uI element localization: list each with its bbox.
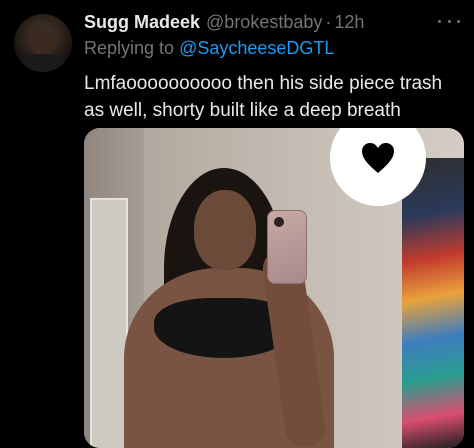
photo-head [194,190,256,270]
heart-icon [362,143,394,173]
tweet-timestamp[interactable]: 12h [334,12,364,33]
tweet-header: Sugg Madeek @brokestbaby · 12h [84,12,364,34]
more-dot [447,19,451,23]
photo-phone [267,210,307,284]
reply-prefix: Replying to [84,38,175,58]
author-name[interactable]: Sugg Madeek [84,12,200,33]
avatar-shirt [20,54,66,72]
reply-mention-link[interactable]: @SaycheeseDGTL [179,38,334,58]
more-dot [457,19,460,23]
tweet-text-line: as well, shorty built like a deep breath [84,100,401,121]
tweet-text-line: Lmfaoooooooooo then his side piece trash [84,73,443,94]
photo-door [90,198,128,448]
more-dot [438,19,441,23]
photo-painting [402,158,464,448]
avatar[interactable] [14,14,72,72]
tweet: Sugg Madeek @brokestbaby · 12h Replying … [0,0,474,448]
tweet-media-image[interactable] [84,128,464,448]
more-horizontal-icon[interactable] [438,14,460,28]
phone-lens [274,217,284,227]
reply-context: Replying to @SaycheeseDGTL [84,38,334,59]
avatar-face [30,26,56,56]
separator-dot: · [325,12,332,32]
tweet-text: Lmfaoooooooooo then his side piece trash… [84,70,464,124]
author-handle[interactable]: @brokestbaby [206,12,322,33]
